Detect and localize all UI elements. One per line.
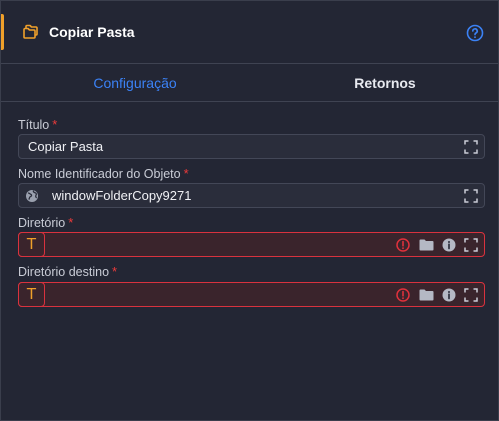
copy-folder-icon — [23, 24, 38, 39]
expand-icon[interactable] — [464, 189, 478, 203]
titulo-field[interactable]: Copiar Pasta — [18, 134, 485, 159]
object-id-field[interactable]: windowFolderCopy9271 — [18, 183, 485, 208]
header-accent-bar — [1, 14, 4, 50]
diretorio-label: Diretório * — [18, 215, 74, 231]
diretorio-field[interactable]: T — [18, 232, 485, 257]
expand-icon[interactable] — [464, 140, 478, 154]
info-icon[interactable] — [442, 288, 456, 302]
error-icon — [396, 238, 410, 252]
globe-icon — [26, 190, 38, 202]
diretorio-destino-field[interactable]: T — [18, 282, 485, 307]
help-circle-icon[interactable] — [466, 24, 484, 42]
page-title: Copiar Pasta — [49, 24, 135, 40]
expand-icon[interactable] — [464, 288, 478, 302]
required-marker: * — [112, 264, 118, 279]
required-marker: * — [68, 215, 74, 230]
tab-bar: Configuração Retornos — [1, 65, 498, 102]
object-id-value: windowFolderCopy9271 — [52, 188, 192, 203]
diretorio-destino-label: Diretório destino * — [18, 264, 118, 280]
error-icon — [396, 288, 410, 302]
required-marker: * — [52, 117, 58, 132]
titulo-label: Título * — [18, 117, 58, 133]
tab-retornos[interactable]: Retornos — [269, 65, 499, 101]
titulo-value: Copiar Pasta — [28, 139, 104, 154]
expand-icon[interactable] — [464, 238, 478, 252]
folder-icon[interactable] — [419, 238, 434, 252]
properties-panel: Copiar Pasta Configuração Retornos Títul… — [0, 0, 499, 421]
object-id-label-text: Nome Identificador do Objeto — [18, 167, 181, 181]
diretorio-destino-label-text: Diretório destino — [18, 265, 110, 279]
tab-configuracao[interactable]: Configuração — [1, 65, 269, 101]
panel-header: Copiar Pasta — [1, 1, 498, 64]
text-type-toggle[interactable]: T — [18, 232, 45, 257]
folder-icon[interactable] — [419, 288, 434, 302]
info-icon[interactable] — [442, 238, 456, 252]
diretorio-label-text: Diretório — [18, 216, 66, 230]
required-marker: * — [183, 166, 189, 181]
text-type-toggle[interactable]: T — [18, 282, 45, 307]
object-id-label: Nome Identificador do Objeto * — [18, 166, 189, 182]
titulo-label-text: Título — [18, 118, 50, 132]
